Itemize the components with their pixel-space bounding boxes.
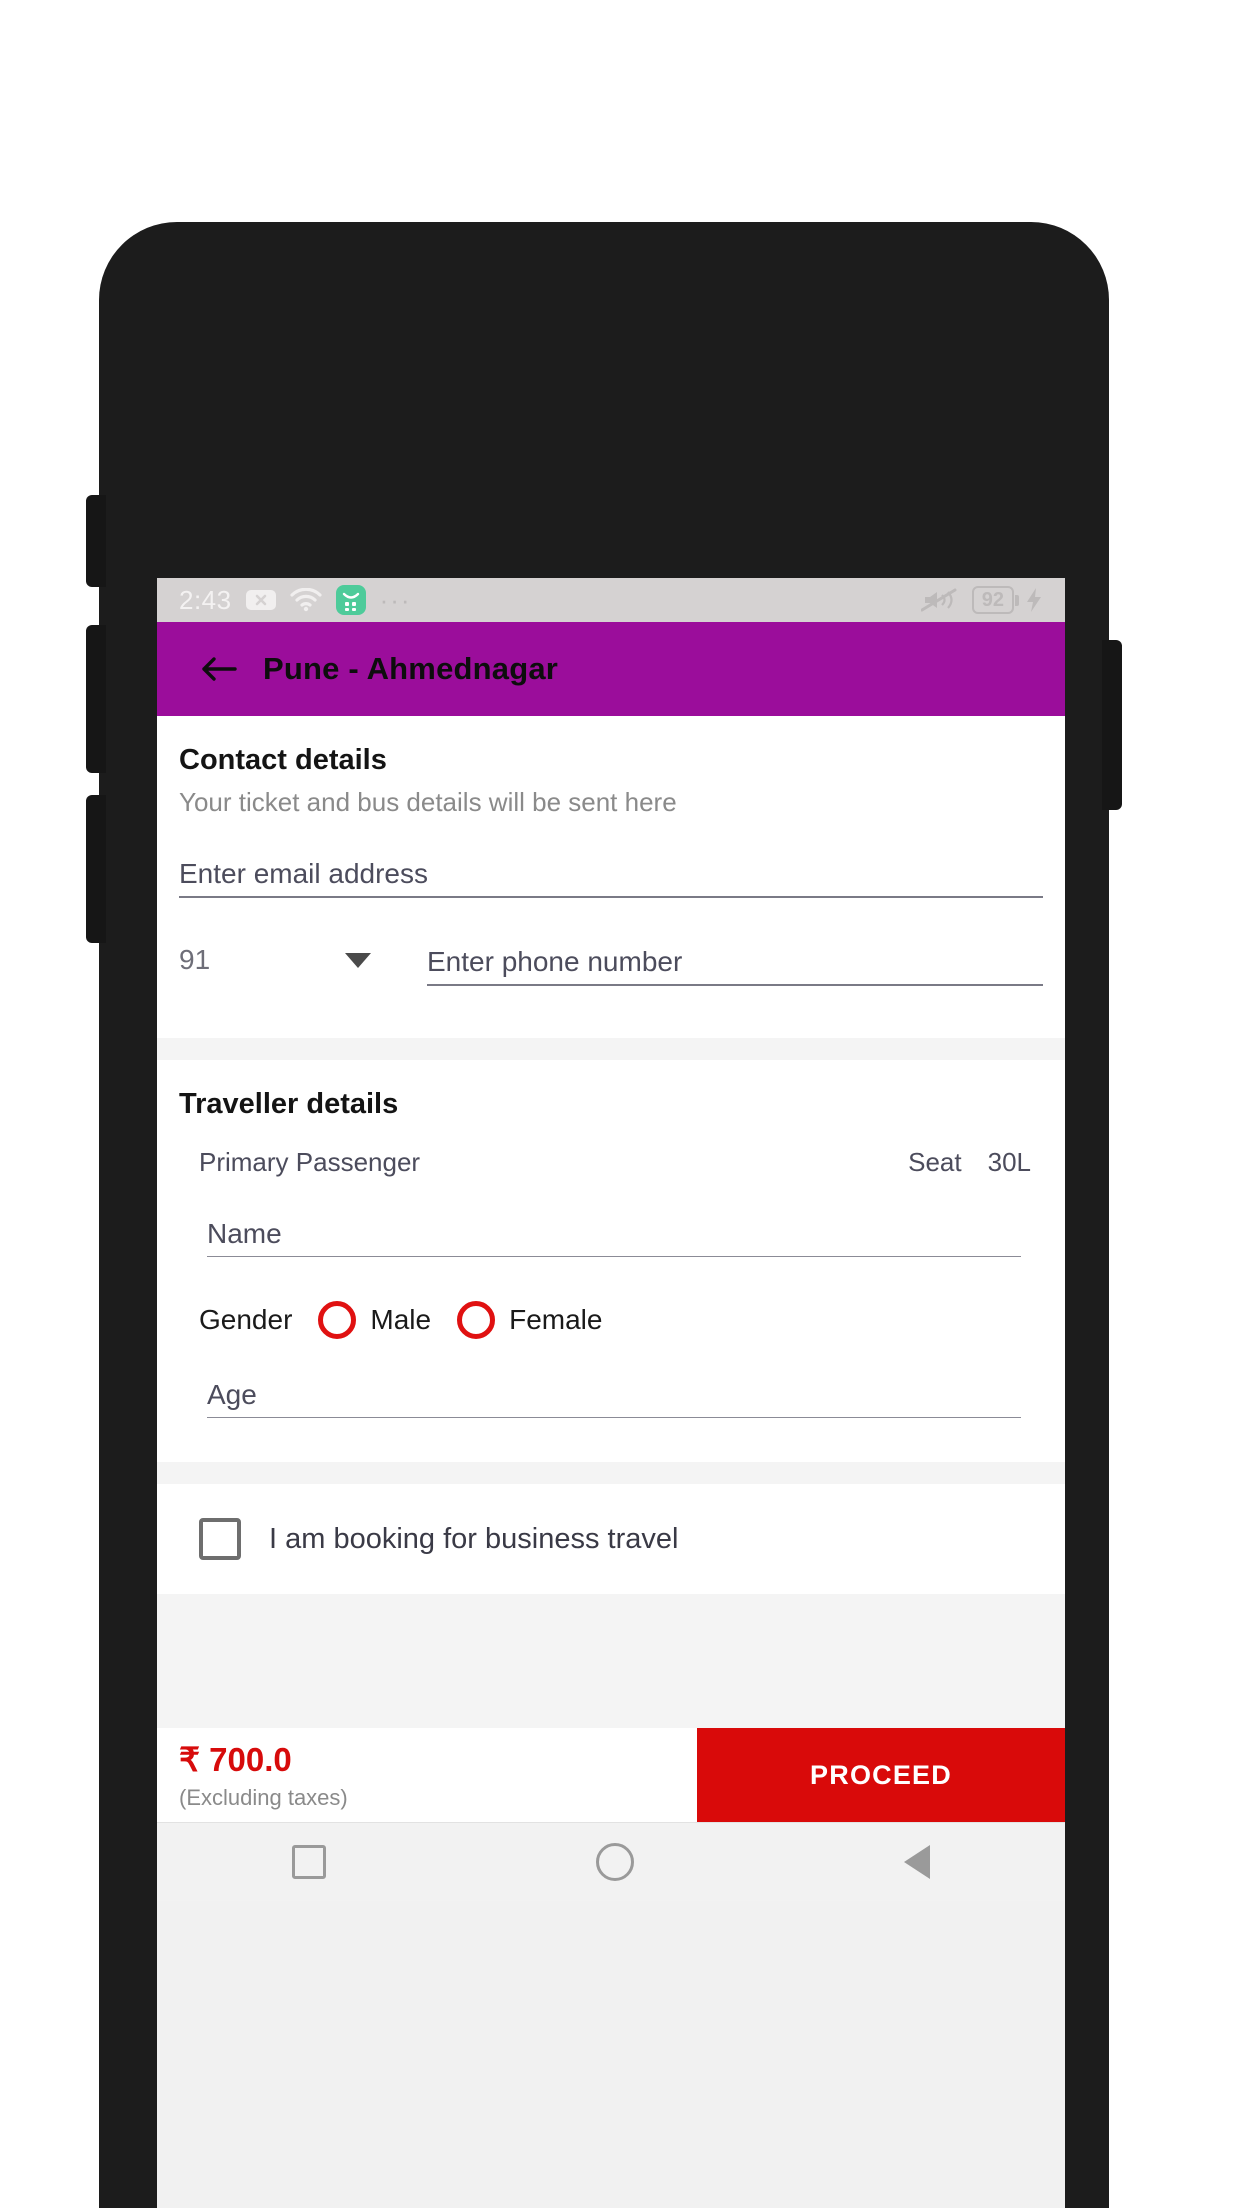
seat-info: Seat 30L [908, 1147, 1031, 1178]
age-field-placeholder: Age [207, 1379, 257, 1410]
business-travel-checkbox[interactable] [199, 1518, 241, 1560]
more-dots-icon: ··· [379, 585, 412, 615]
android-navigation-bar [157, 1822, 1065, 1901]
country-code-value: 91 [179, 944, 211, 975]
phone-field-placeholder: Enter phone number [427, 946, 683, 977]
email-field[interactable]: Enter email address [179, 858, 1043, 898]
gender-selector: Gender Male Female [199, 1301, 1043, 1339]
traveller-details-heading: Traveller details [179, 1088, 399, 1120]
gender-label: Gender [199, 1304, 293, 1335]
name-field-placeholder: Name [207, 1218, 282, 1249]
fare-tax-note: (Excluding taxes) [179, 1784, 348, 1810]
name-field[interactable]: Name [207, 1218, 1021, 1257]
phone-row: 91 Enter phone number [179, 944, 1043, 986]
phone-power-button[interactable] [1102, 640, 1122, 810]
content-spacer [157, 1594, 1065, 1728]
primary-passenger-label: Primary Passenger [199, 1147, 421, 1177]
charging-bolt-icon [1025, 587, 1043, 613]
gender-radio-male[interactable] [318, 1301, 357, 1339]
business-travel-label: I am booking for business travel [269, 1522, 679, 1555]
phone-screen: 2:43 ··· 92 Pune - Ahmednagar Contact de… [157, 578, 1065, 2208]
app-icon [335, 585, 366, 615]
volume-mute-icon [920, 587, 961, 613]
status-bar-left-group: 2:43 ··· [179, 585, 412, 616]
gender-option-male-label[interactable]: Male [370, 1304, 431, 1336]
square-recents-icon[interactable] [292, 1845, 326, 1879]
status-bar-right-group: 92 [920, 586, 1043, 614]
seat-label: Seat [908, 1147, 962, 1177]
fare-block: ₹ 700.0 (Excluding taxes) [157, 1728, 697, 1822]
phone-volume-down-button[interactable] [86, 795, 106, 943]
wifi-icon [290, 588, 322, 612]
section-divider-2 [157, 1462, 1065, 1484]
back-arrow-icon[interactable] [199, 654, 239, 684]
phone-number-field[interactable]: Enter phone number [427, 946, 1043, 986]
business-travel-row[interactable]: I am booking for business travel [157, 1484, 1065, 1594]
fare-bottom-bar: ₹ 700.0 (Excluding taxes) PROCEED [157, 1728, 1065, 1822]
status-time: 2:43 [179, 584, 232, 615]
page-title: Pune - Ahmednagar [263, 651, 559, 686]
page-content: Contact details Your ticket and bus deta… [157, 716, 1065, 2208]
phone-side-button-left-1[interactable] [86, 495, 106, 587]
country-code-dropdown[interactable]: 91 [179, 944, 379, 986]
screenshot-canvas: 2:43 ··· 92 Pune - Ahmednagar Contact de… [0, 0, 1242, 2208]
phone-volume-up-button[interactable] [86, 625, 106, 773]
contact-details-subtitle: Your ticket and bus details will be sent… [179, 787, 677, 817]
contact-details-heading: Contact details [179, 744, 387, 776]
proceed-button[interactable]: PROCEED [697, 1728, 1065, 1822]
triangle-back-icon[interactable] [904, 1845, 930, 1879]
battery-indicator: 92 [971, 586, 1020, 614]
app-bar: Pune - Ahmednagar [157, 622, 1065, 716]
fare-amount: ₹ 700.0 [179, 1740, 292, 1778]
seat-number: 30L [987, 1147, 1031, 1177]
gender-radio-female[interactable] [457, 1301, 496, 1339]
gender-option-female-label[interactable]: Female [509, 1304, 602, 1336]
circle-home-icon[interactable] [596, 1843, 634, 1881]
email-field-placeholder: Enter email address [179, 858, 429, 889]
status-bar: 2:43 ··· 92 [157, 578, 1065, 622]
age-field[interactable]: Age [207, 1379, 1021, 1418]
section-divider-1 [157, 1038, 1065, 1060]
passenger-seat-row: Primary Passenger Seat 30L [179, 1147, 1043, 1178]
chevron-down-icon [345, 952, 371, 968]
contact-details-card: Contact details Your ticket and bus deta… [157, 716, 1065, 1038]
traveller-details-card: Traveller details Primary Passenger Seat… [157, 1060, 1065, 1462]
screenshot-icon [245, 588, 276, 612]
